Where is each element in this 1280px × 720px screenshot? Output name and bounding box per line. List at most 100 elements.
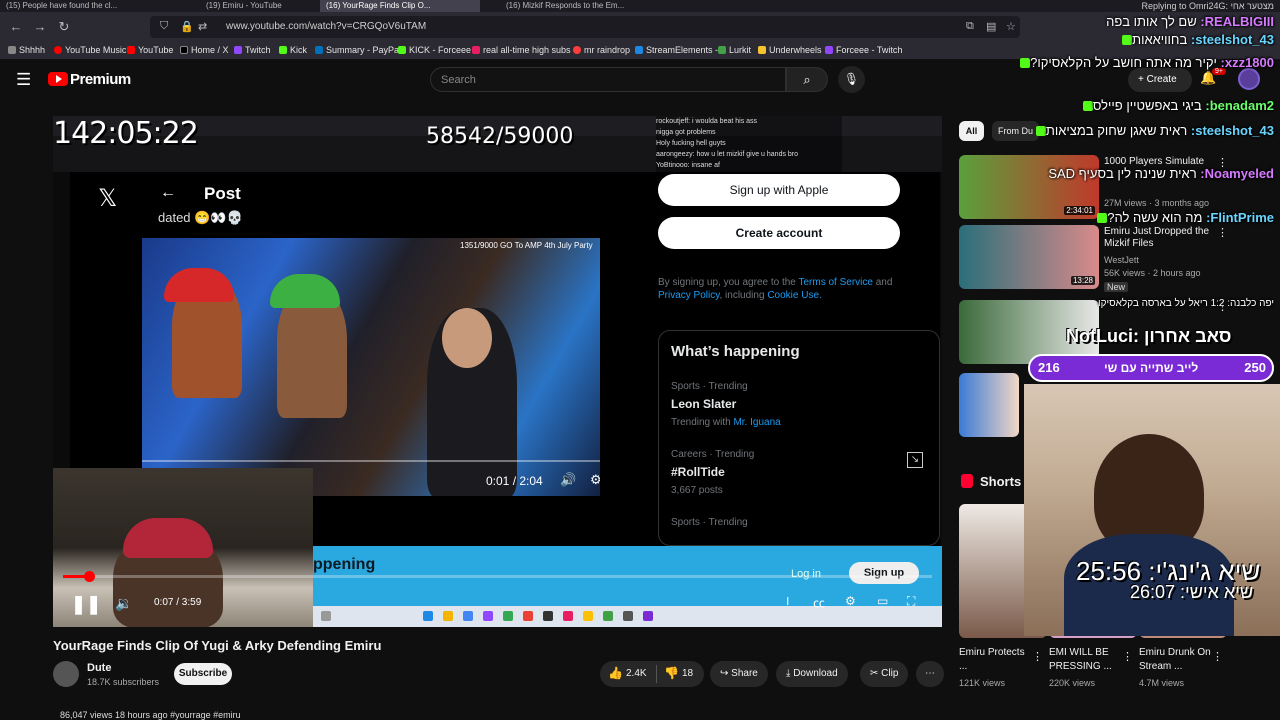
short-title[interactable]: Emiru Protects ... — [959, 646, 1035, 674]
chat-message: Noamyeled: ראית שנינה לין בסעיף SAD — [1048, 166, 1274, 181]
microphone-icon: 🎙 — [843, 72, 860, 86]
bookmark-item[interactable]: Forceee - Twitch — [825, 45, 902, 55]
autoplay-toggle[interactable]: ⏽ — [783, 594, 793, 609]
voice-search-button[interactable]: 🎙 — [838, 66, 865, 93]
create-account-button[interactable]: Create account — [658, 217, 900, 249]
privacy-link[interactable]: Privacy Policy — [658, 290, 720, 301]
bookmark-item[interactable]: Home / X — [180, 45, 229, 55]
download-icon: ⤓ — [786, 668, 791, 679]
chip-all[interactable]: All — [959, 121, 984, 141]
volume-icon[interactable]: 🔉 — [115, 595, 132, 612]
sign-up-apple-button[interactable]: Sign up with Apple — [658, 174, 900, 206]
browser-tab[interactable]: (15) People have found the cl... — [0, 0, 150, 12]
reader-icon[interactable]: ▤ — [986, 20, 996, 33]
trend-name[interactable]: Leon Slater — [671, 397, 736, 411]
short-title[interactable]: Emiru Drunk On Stream ... — [1139, 646, 1215, 674]
like-dislike-group: 👍 2.4K 👎 18 — [600, 661, 704, 687]
log-in-button[interactable]: Log in — [791, 568, 821, 580]
kick-badge-icon — [1020, 58, 1031, 68]
x-logo-icon[interactable]: 𝕏 — [98, 184, 117, 212]
bookmark-item[interactable]: Lurkit — [718, 45, 751, 55]
video-player[interactable]: 142:05:22 58542/59000 rockoutjeff: i wou… — [53, 116, 942, 627]
volume-icon[interactable]: 🔊 — [560, 472, 576, 488]
app-icon — [623, 611, 633, 621]
url-bar[interactable]: ⛉ 🔒 ⇄ www.youtube.com/watch?v=CRGQoV6uTA… — [150, 16, 1020, 38]
download-button[interactable]: ⤓ Download — [776, 661, 848, 687]
bookmark-item[interactable]: StreamElements - — [635, 45, 718, 55]
clip-button[interactable]: ✂ Clip — [860, 661, 909, 687]
more-vert-icon[interactable]: ⋮ — [1212, 650, 1223, 663]
dislike-icon[interactable]: 👎 — [664, 666, 679, 680]
bookmark-item[interactable]: Underwheels — [758, 45, 822, 55]
browser-tab[interactable]: (16) Mizkif Responds to the Em... — [500, 0, 630, 12]
permissions-icon[interactable]: ⇄ — [198, 20, 207, 33]
search-input[interactable]: Search — [430, 67, 786, 92]
embedded-video[interactable]: 1351/9000 GO To AMP 4th July Party 0:01 … — [142, 238, 600, 496]
lock-icon[interactable]: 🔒 — [180, 20, 194, 33]
search-button[interactable]: ⌕ — [786, 67, 828, 92]
embedded-progress-bar[interactable] — [142, 460, 600, 462]
expand-icon[interactable]: ↘ — [907, 452, 923, 468]
cookie-link[interactable]: Cookie Use. — [767, 290, 821, 301]
picture-in-picture-icon[interactable]: ⧉ — [966, 20, 974, 33]
forward-icon[interactable]: → — [30, 18, 50, 36]
app-icon — [643, 611, 653, 621]
bookmark-item[interactable]: Twitch — [234, 45, 271, 55]
progress-scrubber[interactable] — [84, 571, 96, 582]
settings-icon[interactable]: ⚙ — [845, 594, 856, 608]
short-title[interactable]: EMI WILL BE PRESSING ... — [1049, 646, 1125, 674]
back-arrow-icon[interactable]: ← — [160, 184, 176, 202]
trend-sub: Trending with Mr. Iguana — [671, 417, 781, 428]
captions-icon[interactable]: ㏄ — [813, 594, 825, 611]
fullscreen-icon[interactable]: ⛶ — [907, 594, 915, 609]
bookmark-item[interactable]: real all-time high subs — [472, 45, 571, 55]
share-icon: ↪ — [720, 668, 729, 679]
app-icon — [443, 611, 453, 621]
shorts-label: Shorts — [980, 474, 1022, 489]
subscribe-button[interactable]: Subscribe — [174, 663, 232, 685]
like-icon[interactable]: 👍 — [608, 666, 623, 680]
bookmark-star-icon[interactable]: ☆ — [1006, 20, 1016, 33]
twitch-icon — [234, 46, 242, 54]
more-actions-button[interactable]: ⋯ — [916, 661, 944, 687]
more-vert-icon[interactable]: ⋮ — [1032, 650, 1043, 663]
terms-link[interactable]: Terms of Service — [798, 277, 872, 288]
trend-name[interactable]: #RollTide — [671, 465, 725, 479]
channel-name[interactable]: Dute — [87, 662, 111, 674]
bookmark-item[interactable]: Kick — [279, 45, 307, 55]
bookmark-item[interactable]: Shhhh — [8, 45, 45, 55]
pause-icon[interactable]: ❚❚ — [71, 594, 101, 615]
chat-message: REALBIGIII: שם לך אותו בפה — [1106, 14, 1274, 29]
chat-line: nigga got problems — [656, 129, 716, 136]
replying-to: Replying to Omri24G: מצטער אחי — [1141, 1, 1274, 11]
bookmark-item[interactable]: Summary - PayPal — [315, 45, 401, 55]
clip-caption: 1351/9000 GO To AMP 4th July Party — [460, 241, 593, 250]
dislike-count[interactable]: 18 — [682, 668, 693, 679]
more-vert-icon[interactable]: ⋮ — [1122, 650, 1133, 663]
share-button[interactable]: ↪ Share — [710, 661, 768, 687]
video-progress-bar[interactable] — [63, 571, 932, 582]
logo-text[interactable]: Premium — [70, 71, 131, 88]
settings-icon[interactable]: ⚙ — [590, 472, 600, 488]
menu-icon[interactable]: ☰ — [16, 70, 31, 90]
sign-up-button[interactable]: Sign up — [849, 562, 919, 584]
browser-tab[interactable]: (19) Emiru - YouTube — [200, 0, 300, 12]
like-count[interactable]: 2.4K — [626, 668, 647, 679]
theater-mode-icon[interactable]: ▭ — [877, 594, 888, 608]
bookmark-item[interactable]: mr raindrop — [573, 45, 630, 55]
twitter-sidebar: Sign up with Apple Create account By sig… — [658, 164, 940, 546]
reload-icon[interactable]: ↻ — [54, 18, 74, 36]
back-icon[interactable]: ← — [6, 18, 26, 36]
raindrop-icon — [573, 46, 581, 54]
kick-badge-icon — [1097, 213, 1108, 223]
bookmark-item[interactable]: KICK - Forceee — [398, 45, 471, 55]
shield-icon[interactable]: ⛉ — [160, 20, 168, 33]
browser-tab-active[interactable]: (16) YourRage Finds Clip O... — [320, 0, 480, 12]
channel-avatar[interactable] — [53, 661, 79, 687]
trend-link[interactable]: Mr. Iguana — [733, 417, 780, 428]
bookmark-item[interactable]: YouTube — [127, 45, 173, 55]
play-triangle-icon — [56, 75, 62, 83]
bookmark-item[interactable]: YouTube Music — [54, 45, 126, 55]
personal-timer: שיא אישי: 26:07 — [1130, 582, 1253, 602]
recommendation-thumbnail[interactable] — [959, 373, 1019, 437]
